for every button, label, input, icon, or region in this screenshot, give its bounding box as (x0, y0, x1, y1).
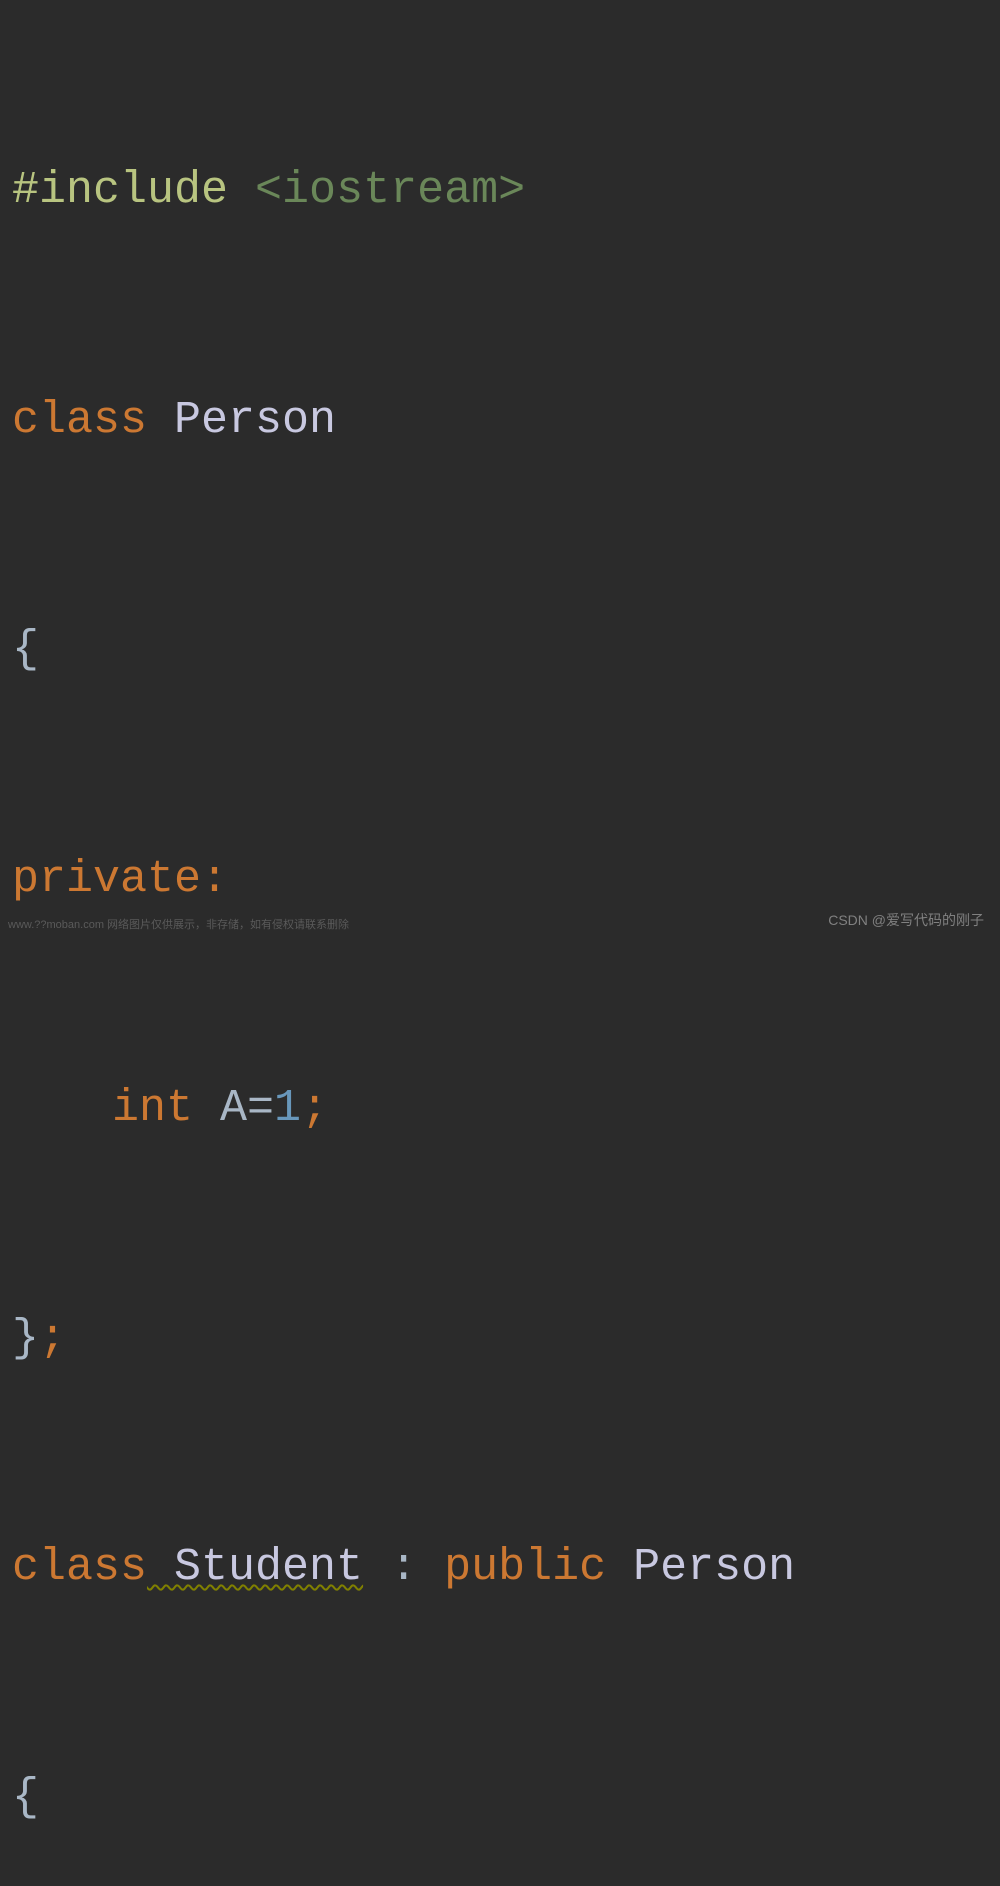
code-editor[interactable]: #include <iostream> class Person { priva… (0, 0, 1000, 1886)
semicolon: ; (39, 1313, 66, 1364)
open-brace: { (12, 624, 39, 675)
watermark-left: www.??moban.com 网络图片仅供展示，非存储，如有侵权请联系删除 (8, 916, 349, 935)
equals-sign: = (247, 1083, 274, 1134)
class-name-student: Student (147, 1542, 363, 1593)
access-specifier: private (12, 854, 201, 905)
open-brace: { (12, 1772, 39, 1823)
include-header: <iostream> (228, 165, 525, 216)
code-line-2[interactable]: class Person (10, 383, 990, 460)
class-name-person: Person (147, 395, 336, 446)
inheritance-separator: : (363, 1542, 444, 1593)
class-keyword: class (12, 1542, 147, 1593)
base-class-name: Person (606, 1542, 795, 1593)
preprocessor-directive: #include (12, 165, 228, 216)
code-line-8[interactable]: { (10, 1760, 990, 1837)
class-keyword: class (12, 395, 147, 446)
code-line-1[interactable]: #include <iostream> (10, 153, 990, 230)
close-brace: } (12, 1313, 39, 1364)
code-line-4[interactable]: private: (10, 842, 990, 919)
semicolon: ; (301, 1083, 328, 1134)
code-line-5[interactable]: int A=1; (10, 1071, 990, 1148)
colon: : (201, 854, 228, 905)
variable-name: A (193, 1083, 247, 1134)
number-literal: 1 (274, 1083, 301, 1134)
watermark-right: CSDN @爱写代码的刚子 (828, 909, 984, 933)
code-line-3[interactable]: { (10, 612, 990, 689)
type-keyword: int (112, 1083, 193, 1134)
code-line-7[interactable]: class Student : public Person (10, 1530, 990, 1607)
code-line-6[interactable]: }; (10, 1301, 990, 1378)
access-specifier: public (444, 1542, 606, 1593)
